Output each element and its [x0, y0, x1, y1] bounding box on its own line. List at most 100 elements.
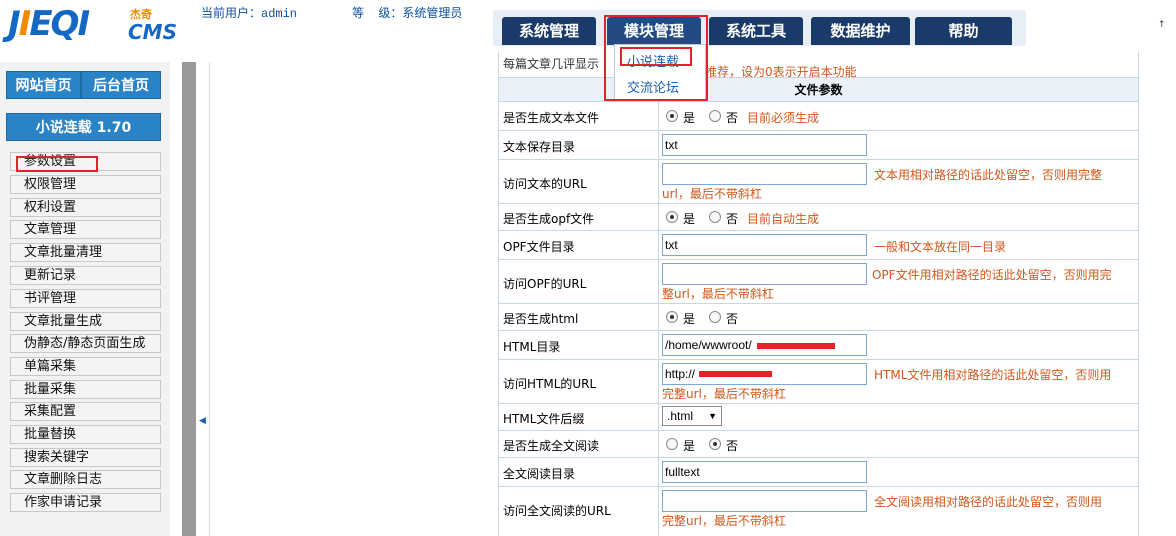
chevron-down-icon: ▼ — [708, 411, 717, 421]
jieqi-cms-logo[interactable]: JIEQI 杰奇 CMS — [8, 2, 180, 48]
html-ext-select[interactable]: .html ▼ — [662, 406, 722, 426]
sidebar-item-update-log[interactable]: 更新记录 — [10, 266, 161, 285]
gen-full-no-radio[interactable] — [709, 438, 721, 450]
sidebar-item-author-apply[interactable]: 作家申请记录 — [10, 493, 161, 512]
row-full-url: 访问全文阅读的URL 全文阅读用相对路径的话此处留空，否则用 完整url，最后不… — [499, 487, 1138, 536]
sidebar-item-reviews[interactable]: 书评管理 — [10, 289, 161, 308]
opf-url-hint-line2: 整url，最后不带斜杠 — [662, 287, 774, 301]
sidebar-item-batch-clean[interactable]: 文章批量清理 — [10, 243, 161, 262]
sidebar-item-single-collect[interactable]: 单篇采集 — [10, 357, 161, 376]
text-dir-input[interactable] — [662, 134, 867, 156]
sidebar-item-search-keywords[interactable]: 搜索关键字 — [10, 448, 161, 467]
section-title: 文件参数 — [499, 78, 1138, 102]
gen-text-no-radio[interactable] — [709, 110, 721, 122]
opf-url-hint-line1: OPF文件用相对路径的话此处留空，否则用完 — [872, 268, 1112, 282]
row-html-url: 访问HTML的URL HTML文件用相对路径的话此处留空，否则用 完整url，最… — [499, 360, 1138, 404]
row-opf-url: 访问OPF的URL OPF文件用相对路径的话此处留空，否则用完 整url，最后不… — [499, 260, 1138, 304]
redacted-mark — [699, 371, 772, 377]
collapse-strip[interactable] — [196, 62, 210, 536]
gen-text-yes-radio[interactable] — [666, 110, 678, 122]
logo-mark: JIEQI — [8, 4, 90, 44]
gen-text-yes-label: 是 — [683, 111, 696, 125]
logo-cms: CMS — [128, 20, 177, 44]
sidebar-item-rights[interactable]: 权利设置 — [10, 198, 161, 217]
top-nav: 系统管理 模块管理 系统工具 数据维护 帮助 — [493, 10, 1026, 46]
gen-opf-yes-radio[interactable] — [666, 211, 678, 223]
scroll-up-arrow-icon[interactable]: ↑ — [1158, 20, 1166, 30]
full-dir-label: 全文阅读目录 — [503, 467, 576, 481]
gen-html-yes-label: 是 — [683, 312, 696, 326]
gen-opf-no-label: 否 — [726, 212, 739, 226]
gen-text-hint: 目前必须生成 — [747, 111, 820, 125]
sidebar-item-collect-config[interactable]: 采集配置 — [10, 402, 161, 421]
row-gen-text: 是否生成文本文件 是 否 目前必须生成 — [499, 102, 1138, 131]
opf-url-input[interactable] — [662, 263, 867, 285]
html-ext-value: .html — [667, 409, 694, 423]
partial-top-row: 每篇文章几评显示 推荐，设为0表示开启本功能 — [499, 52, 1138, 79]
partial-top-label: 每篇文章几评显示 — [503, 57, 600, 71]
sidebar-item-batch-collect[interactable]: 批量采集 — [10, 380, 161, 399]
row-opf-dir: OPF文件目录 一般和文本放在同一目录 — [499, 231, 1138, 260]
tab-help[interactable]: 帮助 — [915, 17, 1012, 45]
text-url-input[interactable] — [662, 163, 867, 185]
row-gen-opf: 是否生成opf文件 是 否 目前自动生成 — [499, 204, 1138, 231]
html-url-hint-line1: HTML文件用相对路径的话此处留空，否则用 — [874, 368, 1112, 382]
text-url-label: 访问文本的URL — [503, 177, 587, 191]
file-params-form: 每篇文章几评显示 推荐，设为0表示开启本功能 文件参数 是否生成文本文件 是 否… — [498, 52, 1139, 536]
redacted-mark — [757, 343, 835, 349]
sidebar-item-delete-log[interactable]: 文章删除日志 — [10, 470, 161, 489]
row-text-dir: 文本保存目录 — [499, 131, 1138, 160]
gen-opf-no-radio[interactable] — [709, 211, 721, 223]
gen-html-label: 是否生成html — [503, 312, 579, 326]
text-dir-label: 文本保存目录 — [503, 140, 576, 154]
sidebar-item-batch-replace[interactable]: 批量替换 — [10, 425, 161, 444]
tab-system-manage[interactable]: 系统管理 — [502, 17, 596, 45]
header: JIEQI 杰奇 CMS 当前用户：admin 等 级：系统管理员 系统管理 模… — [0, 0, 1176, 52]
gen-full-label: 是否生成全文阅读 — [503, 439, 600, 453]
full-url-label: 访问全文阅读的URL — [503, 504, 611, 518]
tab-system-tools[interactable]: 系统工具 — [709, 17, 803, 45]
highlight-params-setting — [16, 156, 98, 172]
gen-opf-hint: 目前自动生成 — [747, 212, 820, 226]
full-url-hint-line2: 完整url，最后不带斜杠 — [662, 514, 786, 528]
site-home-link[interactable]: 网站首页 — [6, 71, 81, 99]
chevron-left-icon[interactable]: ◀ — [199, 416, 206, 426]
sidebar-item-articles[interactable]: 文章管理 — [10, 220, 161, 239]
gen-full-no-label: 否 — [726, 439, 739, 453]
module-version-title[interactable]: 小说连载 1.70 — [6, 113, 161, 141]
full-url-hint-line1: 全文阅读用相对路径的话此处留空，否则用 — [874, 495, 1103, 509]
gen-html-no-radio[interactable] — [709, 311, 721, 323]
row-html-ext: HTML文件后缀 — [499, 404, 1138, 431]
sidebar-scrollbar[interactable] — [182, 62, 196, 536]
opf-url-label: 访问OPF的URL — [503, 277, 587, 291]
sidebar-item-permissions[interactable]: 权限管理 — [10, 175, 161, 194]
gen-text-label: 是否生成文本文件 — [503, 111, 600, 125]
sidebar-item-static-pages[interactable]: 伪静态/静态页面生成 — [10, 334, 161, 353]
gen-full-yes-label: 是 — [683, 439, 696, 453]
row-gen-full: 是否生成全文阅读 是 否 — [499, 431, 1138, 458]
html-url-label: 访问HTML的URL — [503, 377, 597, 391]
opf-dir-hint: 一般和文本放在同一目录 — [874, 240, 1007, 254]
row-text-url: 访问文本的URL 文本用相对路径的话此处留空，否则用完整 url，最后不带斜杠 — [499, 160, 1138, 204]
gen-full-yes-radio[interactable] — [666, 438, 678, 450]
opf-dir-input[interactable] — [662, 234, 867, 256]
user-level: 等 级：系统管理员 — [352, 7, 463, 21]
opf-dir-label: OPF文件目录 — [503, 240, 575, 254]
sidebar-item-batch-generate[interactable]: 文章批量生成 — [10, 312, 161, 331]
gen-html-no-label: 否 — [726, 312, 739, 326]
gen-opf-label: 是否生成opf文件 — [503, 212, 595, 226]
gen-text-no-label: 否 — [726, 111, 739, 125]
html-url-hint-line2: 完整url，最后不带斜杠 — [662, 387, 786, 401]
html-dir-label: HTML目录 — [503, 340, 561, 354]
gen-opf-yes-label: 是 — [683, 212, 696, 226]
gen-html-yes-radio[interactable] — [666, 311, 678, 323]
admin-home-link[interactable]: 后台首页 — [81, 71, 161, 99]
text-url-hint-line1: 文本用相对路径的话此处留空，否则用完整 — [874, 168, 1103, 182]
full-url-input[interactable] — [662, 490, 867, 512]
html-ext-label: HTML文件后缀 — [503, 412, 585, 426]
current-user: 当前用户：admin — [201, 7, 298, 21]
tab-data-maintenance[interactable]: 数据维护 — [811, 17, 910, 45]
row-html-dir: HTML目录 — [499, 331, 1138, 360]
row-gen-html: 是否生成html 是 否 — [499, 304, 1138, 331]
full-dir-input[interactable] — [662, 461, 867, 483]
